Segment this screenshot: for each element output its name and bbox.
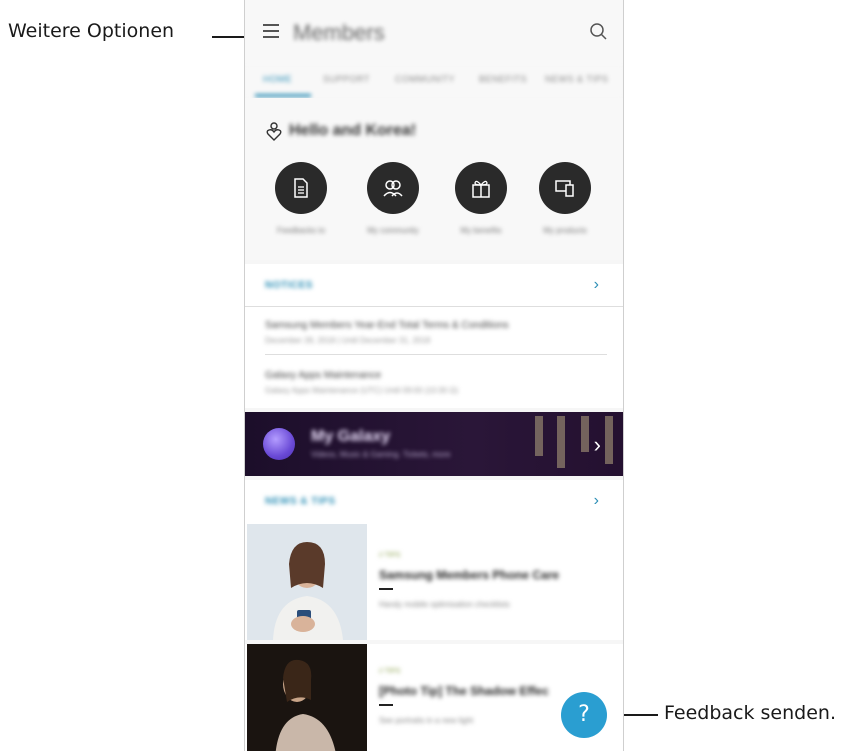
portrait-photo: [247, 644, 367, 751]
news-title[interactable]: NEWS & TIPS: [265, 496, 336, 507]
my-galaxy-banner[interactable]: My Galaxy Videos, Music & Gaming. Ticket…: [245, 412, 623, 476]
lantern-decoration: [535, 416, 543, 456]
news-item[interactable]: // TIPS [Photo Tip] The Shadow Effec See…: [245, 644, 623, 751]
quick-action-label: My benefits: [460, 226, 502, 235]
products-action-button[interactable]: [539, 162, 591, 214]
notice-item-subtitle: December 28, 2018 | Until December 31, 2…: [265, 336, 431, 345]
notice-item-title[interactable]: Galaxy Apps Maintenance: [265, 370, 381, 381]
feedback-fab-button[interactable]: ?: [561, 692, 607, 738]
notice-item-subtitle: Galaxy Apps Maintenance (UTC) Until 09:0…: [265, 386, 459, 395]
lantern-decoration: [557, 416, 565, 468]
welcome-section: Hello and Korea! Feedbacks to My communi…: [245, 98, 623, 260]
gift-icon: [472, 180, 490, 198]
divider: [379, 704, 393, 706]
news-item-subtitle: See portraits in a new light: [379, 716, 474, 725]
tab-support[interactable]: SUPPORT: [323, 74, 370, 84]
feedback-action-button[interactable]: [275, 162, 327, 214]
quick-action-label: My products: [543, 226, 587, 235]
news-item[interactable]: // TIPS Samsung Members Phone Care Handy…: [245, 524, 623, 640]
tab-benefits[interactable]: BENEFITS: [479, 74, 527, 84]
app-title: Members: [293, 20, 385, 45]
people-icon: [383, 180, 403, 197]
woman-photo: [247, 524, 367, 640]
community-action-button[interactable]: [367, 162, 419, 214]
notice-item-title[interactable]: Samsung Members Year-End Total Terms & C…: [265, 320, 509, 331]
news-header: NEWS & TIPS ›: [245, 480, 623, 524]
heart-icon: [266, 122, 282, 141]
news-category: // TIPS: [379, 552, 401, 559]
menu-icon[interactable]: [263, 24, 279, 38]
divider: [245, 306, 623, 307]
banner-subtitle: Videos, Music & Gaming. Tickets, more: [311, 450, 451, 459]
tab-home[interactable]: HOME: [263, 74, 292, 84]
news-item-subtitle: Handy mobile optimisation checklists: [379, 600, 510, 609]
app-bar: Members: [245, 0, 623, 66]
lantern-decoration: [605, 416, 613, 464]
tab-news-tips[interactable]: NEWS & TIPS: [545, 74, 608, 84]
news-item-title: [Photo Tip] The Shadow Effec: [379, 684, 549, 698]
tab-bar: HOME SUPPORT COMMUNITY BENEFITS NEWS & T…: [245, 66, 623, 98]
notices-card: NOTICES › Samsung Members Year-End Total…: [245, 264, 623, 408]
active-tab-indicator: [255, 94, 311, 97]
search-icon[interactable]: [589, 22, 609, 42]
quick-action-label: Feedbacks to: [276, 226, 326, 235]
document-icon: [294, 178, 308, 198]
chevron-right-icon[interactable]: ›: [594, 492, 599, 510]
greeting-text: Hello and Korea!: [289, 122, 417, 139]
news-category: // TIPS: [379, 668, 401, 675]
benefits-action-button[interactable]: [455, 162, 507, 214]
quick-action-label: My community: [367, 226, 419, 235]
banner-title: My Galaxy: [311, 428, 391, 445]
galaxy-logo-icon: [263, 428, 295, 460]
notices-title[interactable]: NOTICES: [265, 280, 313, 291]
lantern-decoration: [581, 416, 589, 452]
devices-icon: [555, 180, 574, 197]
callout-more-options: Weitere Optionen: [8, 20, 175, 42]
divider: [265, 354, 607, 355]
chevron-right-icon[interactable]: ›: [594, 276, 599, 294]
chevron-right-icon[interactable]: ›: [594, 432, 601, 458]
callout-send-feedback: Feedback senden.: [664, 702, 836, 724]
news-item-title: Samsung Members Phone Care: [379, 568, 560, 582]
tab-community[interactable]: COMMUNITY: [395, 74, 455, 84]
divider: [379, 588, 393, 590]
phone-screen: Members HOME SUPPORT COMMUNITY BENEFITS …: [244, 0, 624, 751]
